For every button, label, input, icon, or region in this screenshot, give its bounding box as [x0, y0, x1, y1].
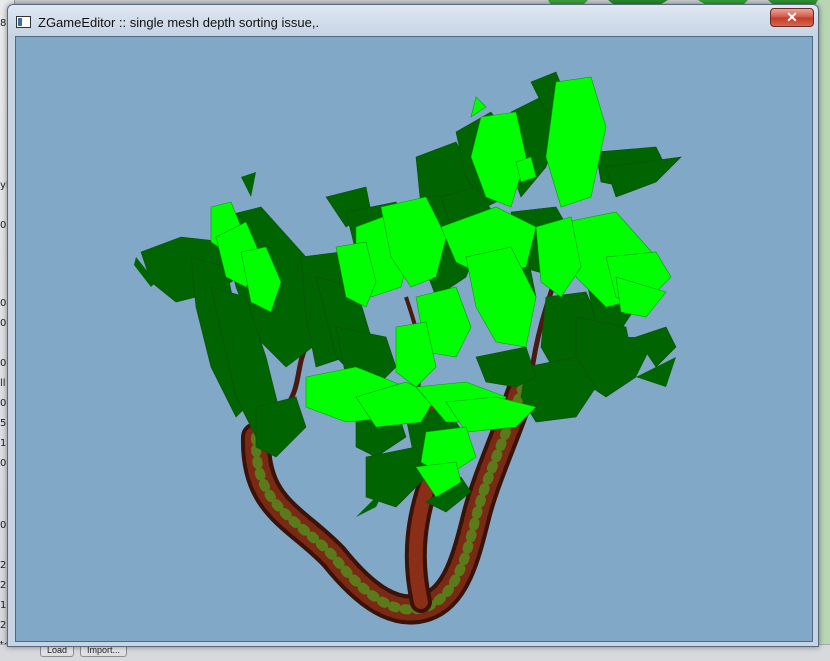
window-title: ZGameEditor :: single mesh depth sorting…	[38, 15, 320, 30]
app-window-icon	[16, 16, 31, 28]
close-button[interactable]: ✕	[770, 8, 814, 27]
render-viewport[interactable]	[15, 36, 813, 642]
zgameeditor-window: ZGameEditor :: single mesh depth sorting…	[7, 4, 819, 647]
tree-render	[134, 71, 682, 625]
close-icon: ✕	[786, 9, 798, 25]
background-preview-edge	[818, 0, 830, 660]
title-bar[interactable]: ZGameEditor :: single mesh depth sorting…	[8, 5, 818, 37]
